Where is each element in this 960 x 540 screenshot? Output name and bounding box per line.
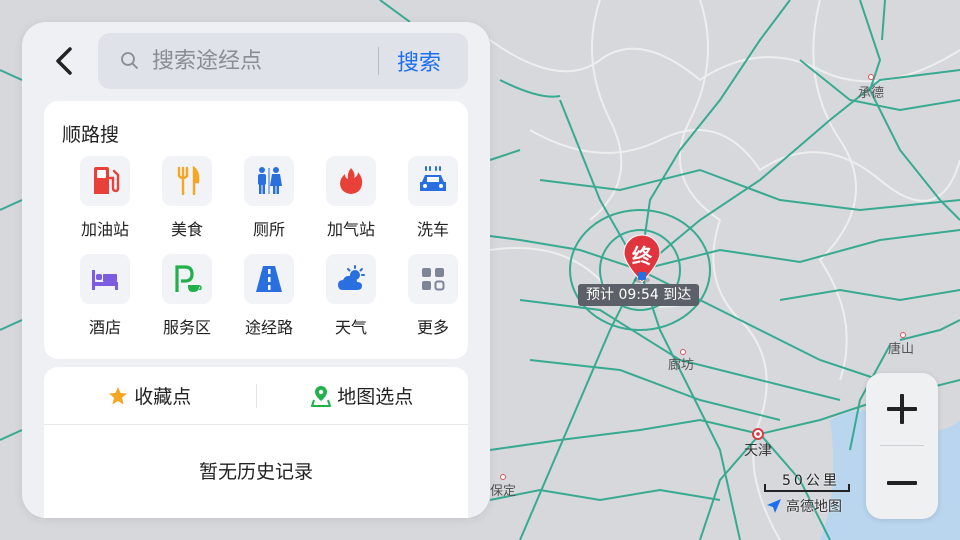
- city-name: 承德: [858, 86, 885, 101]
- toilet-icon: [258, 167, 282, 194]
- more-grid-icon: [422, 268, 445, 291]
- city-label-tianjin: 天津: [744, 426, 772, 460]
- city-name: 保定: [490, 484, 517, 499]
- navigation-arrow-icon: [767, 499, 781, 513]
- map-location-icon: [311, 385, 332, 407]
- search-icon: [121, 52, 138, 69]
- zoom-out-button[interactable]: [866, 447, 938, 519]
- city-name: 廊坊: [668, 358, 695, 373]
- category-icon-tile: [244, 156, 294, 206]
- map-scale: 50公里: [764, 470, 850, 492]
- favorites-button[interactable]: 收藏点: [44, 382, 256, 409]
- waypoint-search-panel: 搜索 顺路搜 加油站: [22, 22, 490, 518]
- city-name: 唐山: [888, 342, 915, 357]
- search-divider: [378, 47, 379, 75]
- destination-marker[interactable]: 终: [621, 234, 663, 286]
- category-label: 加油站: [80, 220, 129, 239]
- category-label: 服务区: [162, 318, 211, 337]
- along-route-search-card: 顺路搜 加油站 美食 厕所 加气站 洗车 酒店 服务区 途经路 天气 更多: [44, 101, 468, 359]
- quick-actions-row: 收藏点 地图选点: [44, 367, 468, 424]
- city-label-tangshan: 唐山: [888, 330, 914, 357]
- city-label-baoding: 保定: [490, 474, 516, 499]
- category-more[interactable]: 更多: [392, 254, 474, 338]
- category-icon-tile: [162, 254, 212, 304]
- category-icon-tile: [162, 156, 212, 206]
- city-dot: [680, 349, 686, 355]
- hotel-bed-icon: [92, 270, 118, 290]
- category-label: 更多: [416, 318, 449, 337]
- category-label: 酒店: [88, 318, 121, 337]
- category-label: 加气站: [326, 220, 375, 239]
- search-input[interactable]: [150, 47, 364, 75]
- map-pick-label: 地图选点: [337, 386, 414, 408]
- destination-marker-label: 终: [632, 244, 652, 268]
- weather-icon: [338, 265, 365, 290]
- back-button[interactable]: [52, 46, 76, 76]
- category-icon-tile: [326, 254, 376, 304]
- eta-label: 预计 09:54 到达: [578, 284, 700, 306]
- section-title: 顺路搜: [62, 124, 120, 146]
- empty-history-text: 暂无历史记录: [198, 461, 313, 483]
- map-brand: 高德地图: [766, 496, 842, 516]
- category-gas-station[interactable]: 加油站: [64, 156, 146, 240]
- car-wash-icon: [420, 166, 446, 191]
- flame-icon: [340, 168, 363, 194]
- zoom-controls: [866, 373, 938, 519]
- zoom-in-button[interactable]: [866, 373, 938, 445]
- city-dot: [868, 74, 874, 80]
- city-label-chengde: 承德: [858, 74, 885, 101]
- map-pick-button[interactable]: 地图选点: [257, 382, 469, 409]
- gas-station-icon: [94, 167, 120, 194]
- food-icon: [177, 166, 200, 196]
- category-food[interactable]: 美食: [146, 156, 228, 240]
- category-label: 天气: [334, 318, 367, 337]
- category-label: 美食: [170, 220, 203, 239]
- category-label: 途经路: [244, 318, 293, 337]
- service-area-icon: [175, 265, 202, 292]
- search-button[interactable]: 搜索: [397, 45, 441, 77]
- city-dot: [500, 474, 506, 480]
- city-name: 天津: [744, 443, 772, 459]
- chevron-left-icon: [56, 47, 72, 75]
- category-car-wash[interactable]: 洗车: [392, 156, 474, 240]
- favorites-label: 收藏点: [134, 386, 192, 408]
- scale-bar-icon: [764, 484, 850, 492]
- category-icon-tile: [408, 254, 458, 304]
- road-icon: [256, 266, 282, 292]
- category-grid: 加油站 美食 厕所 加气站 洗车 酒店 服务区 途经路 天气 更多: [64, 156, 458, 338]
- category-icon-tile: [408, 156, 458, 206]
- history-card: 收藏点 地图选点 暂无历史记录: [44, 367, 468, 518]
- city-dot: [900, 332, 906, 338]
- city-dot: [752, 428, 764, 440]
- category-icon-tile: [244, 254, 294, 304]
- star-icon: [109, 386, 128, 404]
- category-icon-tile: [326, 156, 376, 206]
- category-icon-tile: [80, 254, 130, 304]
- section-divider: [44, 424, 468, 425]
- category-label: 厕所: [252, 220, 285, 239]
- category-weather[interactable]: 天气: [310, 254, 392, 338]
- search-bar: 搜索: [98, 33, 468, 89]
- brand-label: 高德地图: [786, 499, 842, 515]
- category-toilet[interactable]: 厕所: [228, 156, 310, 240]
- category-hotel[interactable]: 酒店: [64, 254, 146, 338]
- category-service-area[interactable]: 服务区: [146, 254, 228, 338]
- minus-icon: [887, 481, 917, 485]
- category-gas-refill[interactable]: 加气站: [310, 156, 392, 240]
- category-icon-tile: [80, 156, 130, 206]
- zoom-divider: [880, 445, 924, 446]
- category-route-road[interactable]: 途经路: [228, 254, 310, 338]
- category-label: 洗车: [416, 220, 449, 239]
- plus-icon: [887, 394, 917, 424]
- city-label-langfang: 廊坊: [668, 346, 694, 373]
